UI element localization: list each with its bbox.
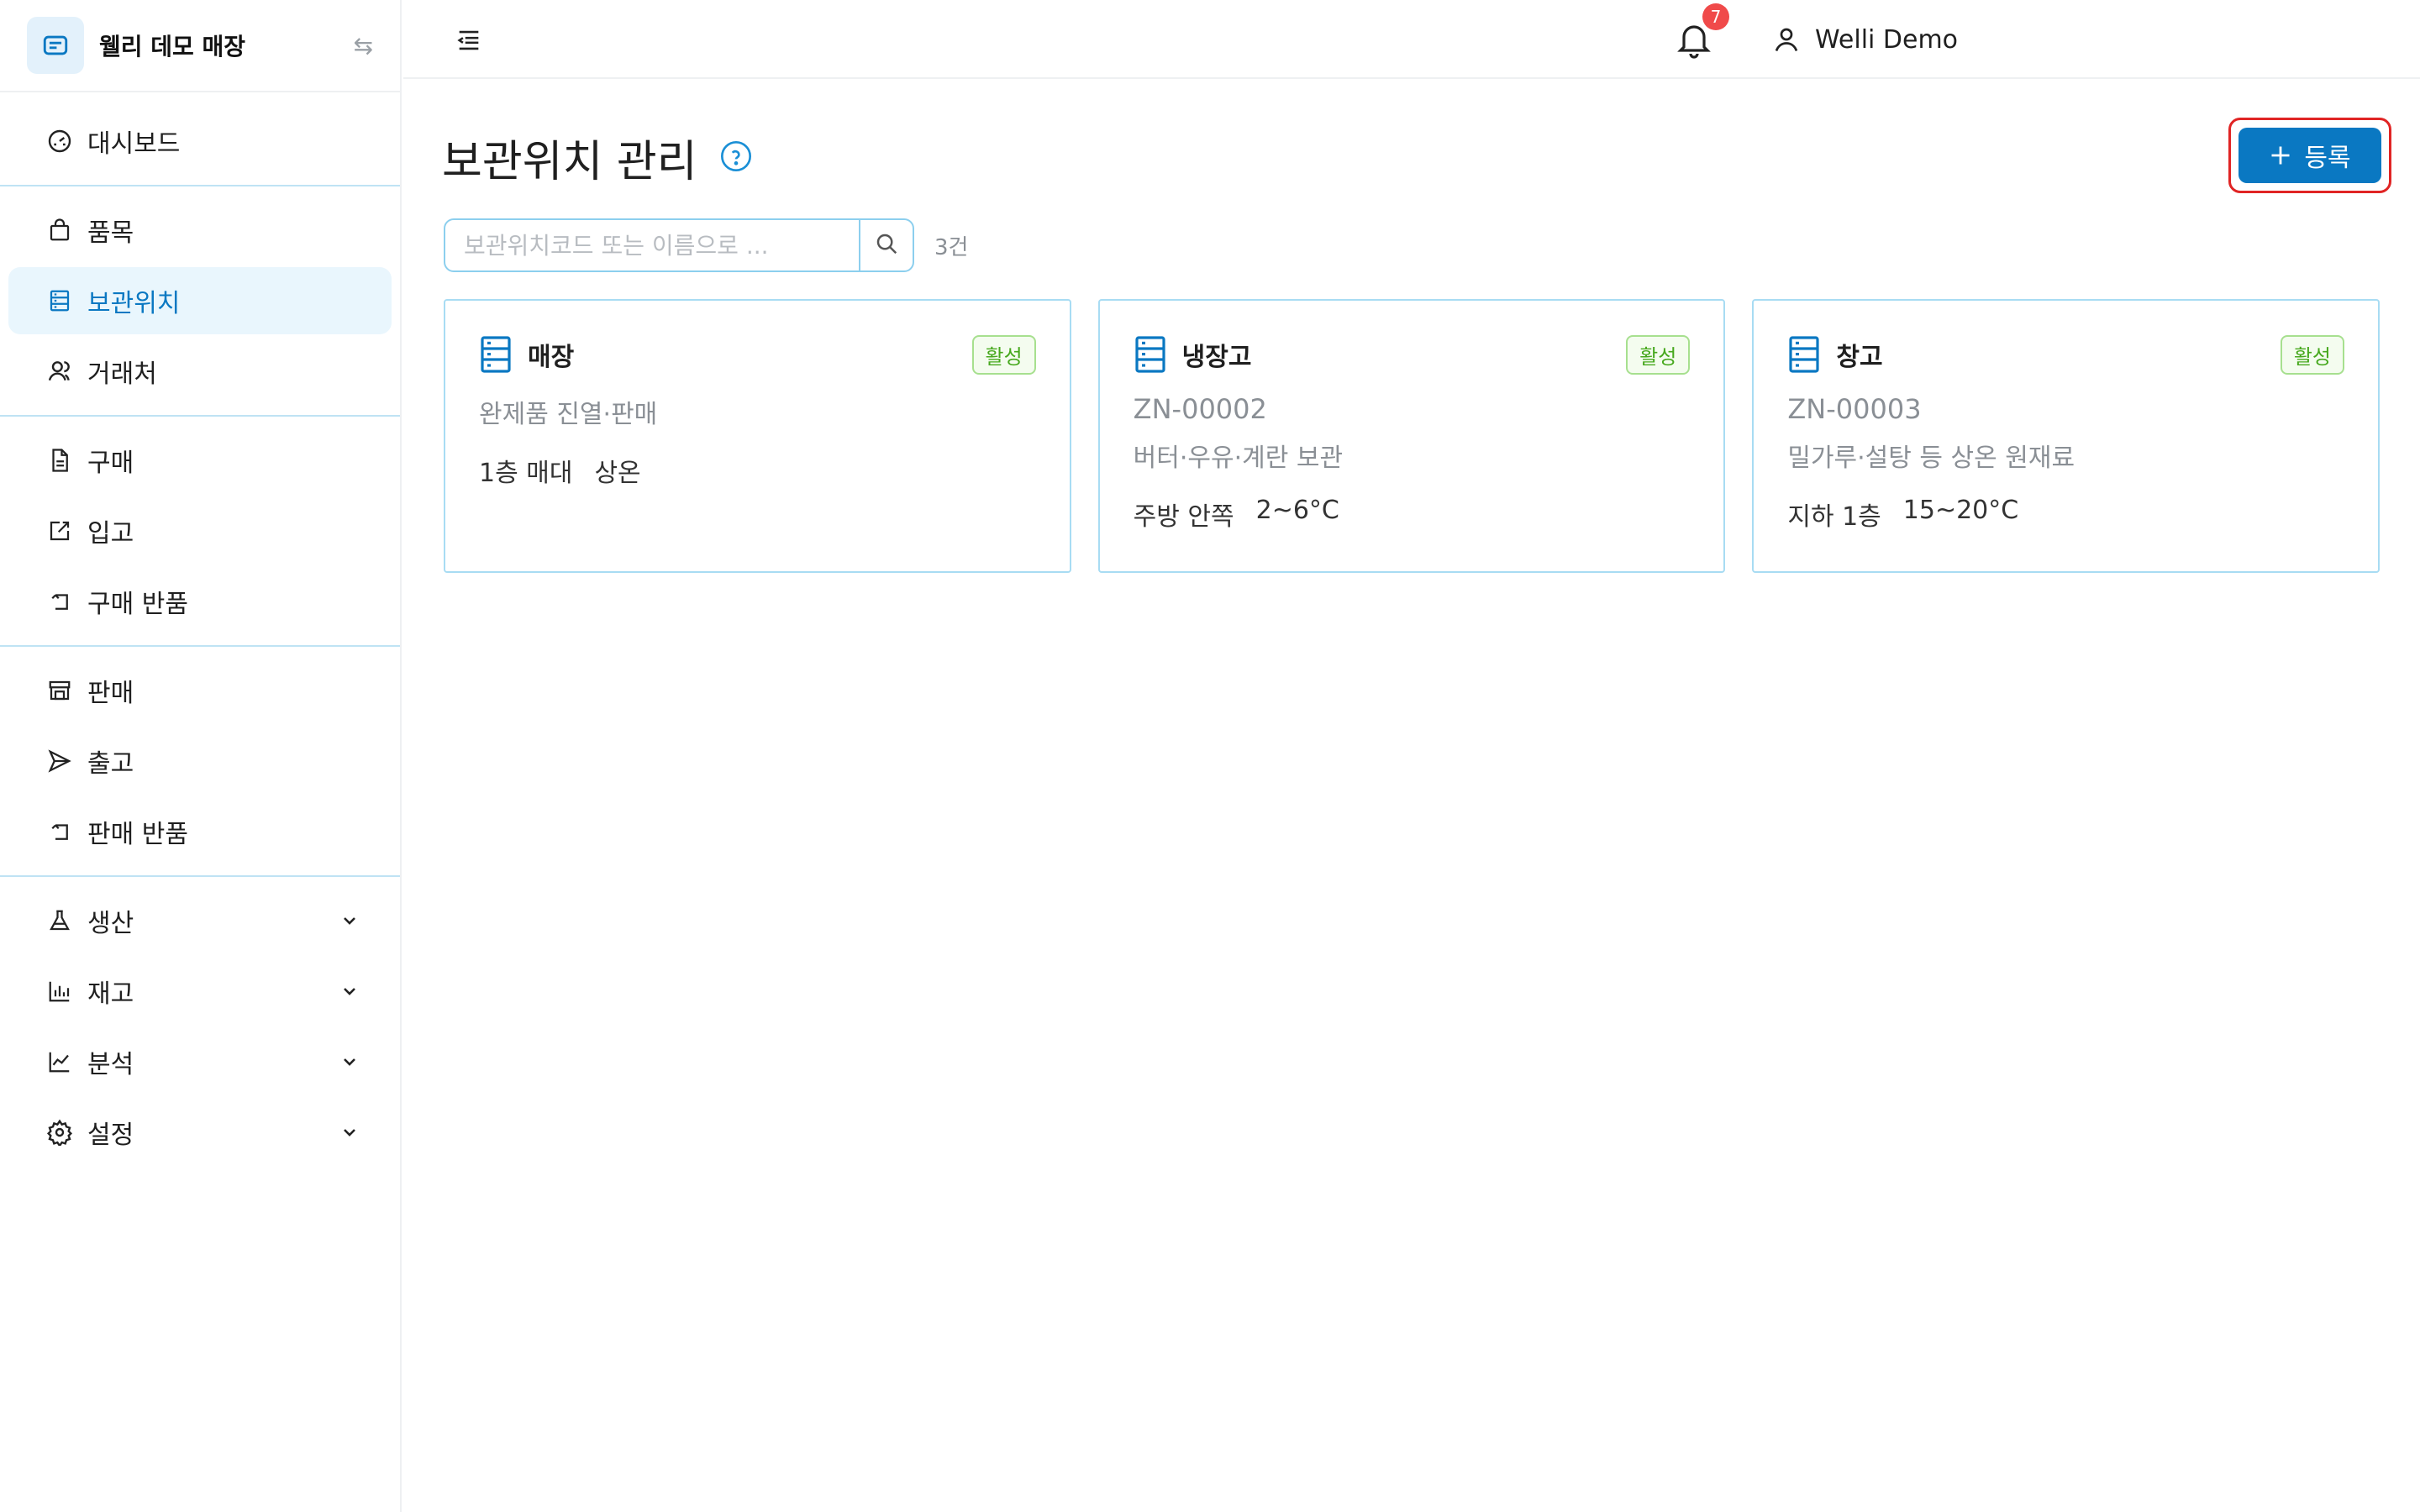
store-logo-icon bbox=[27, 17, 84, 74]
brand-header: 웰리 데모 매장 ⇆ bbox=[0, 0, 400, 92]
location-place: 1층 매대 bbox=[479, 459, 573, 488]
line-chart-icon bbox=[45, 1047, 74, 1076]
sidebar-item-production[interactable]: 생산 bbox=[8, 887, 392, 954]
send-icon bbox=[45, 747, 74, 775]
sidebar-item-settings[interactable]: 설정 bbox=[8, 1099, 392, 1166]
status-badge: 활성 bbox=[971, 334, 1036, 375]
document-icon bbox=[45, 446, 74, 475]
location-place: 주방 안쪽 bbox=[1133, 502, 1234, 532]
location-temperature: 상온 bbox=[594, 459, 641, 488]
sidebar-item-purchase-return[interactable]: 구매 반품 bbox=[8, 568, 392, 635]
location-name: 매장 bbox=[528, 343, 575, 372]
status-badge: 활성 bbox=[1626, 334, 1691, 375]
sidebar-item-label: 출고 bbox=[87, 749, 134, 779]
user-icon bbox=[1771, 24, 1802, 55]
sidebar-item-sales[interactable]: 판매 bbox=[8, 657, 392, 724]
chevron-down-icon[interactable] bbox=[338, 1050, 361, 1074]
location-name: 냉장고 bbox=[1181, 343, 1252, 372]
location-description: 밀가루·설탕 등 상온 원재료 bbox=[1787, 444, 2075, 473]
sidebar-item-analytics[interactable]: 분석 bbox=[8, 1028, 392, 1095]
sidebar-item-dashboard[interactable]: 대시보드 bbox=[8, 108, 392, 175]
search-box bbox=[444, 218, 914, 272]
location-code: ZN-00002 bbox=[1133, 393, 1267, 425]
menu-fold-icon[interactable] bbox=[452, 24, 486, 57]
location-card[interactable]: 매장 활성 완제품 진열·판매 1층 매대 상온 bbox=[444, 299, 1071, 573]
sidebar-item-locations[interactable]: 보관위치 bbox=[8, 267, 392, 334]
sidebar-item-label: 판매 bbox=[87, 679, 134, 708]
add-location-button[interactable]: 등록 bbox=[2238, 128, 2381, 183]
flask-icon bbox=[45, 906, 74, 935]
help-icon[interactable] bbox=[719, 139, 753, 173]
storage-icon bbox=[1787, 336, 1821, 373]
location-meta: 1층 매대 상온 bbox=[479, 452, 1036, 489]
users-icon bbox=[45, 357, 74, 386]
bar-chart-icon bbox=[45, 977, 74, 1005]
gear-icon bbox=[45, 1118, 74, 1147]
sidebar-item-label: 입고 bbox=[87, 519, 134, 549]
result-count: 3건 bbox=[934, 235, 969, 260]
location-temperature: 2~6°C bbox=[1255, 496, 1339, 525]
chevron-down-icon[interactable] bbox=[338, 909, 361, 932]
location-description: 버터·우유·계란 보관 bbox=[1133, 444, 1344, 473]
sidebar-item-inventory[interactable]: 재고 bbox=[8, 958, 392, 1025]
add-button-label: 등록 bbox=[2304, 144, 2351, 173]
swap-icon[interactable]: ⇆ bbox=[354, 32, 373, 60]
search-icon bbox=[874, 231, 899, 260]
sidebar-item-label: 판매 반품 bbox=[87, 820, 188, 849]
sidebar-item-inbound[interactable]: 입고 bbox=[8, 497, 392, 564]
location-code: ZN-00003 bbox=[1787, 393, 1922, 425]
store-name: 웰리 데모 매장 bbox=[99, 33, 246, 60]
sidebar-item-outbound[interactable]: 출고 bbox=[8, 727, 392, 795]
search-input[interactable] bbox=[445, 220, 859, 270]
sidebar-item-purchase[interactable]: 구매 bbox=[8, 427, 392, 494]
sidebar-item-sales-return[interactable]: 판매 반품 bbox=[8, 798, 392, 865]
chevron-down-icon[interactable] bbox=[338, 1121, 361, 1144]
nav-group-more: 생산 재고 분석 설정 bbox=[0, 877, 400, 1176]
location-temperature: 15~20°C bbox=[1902, 496, 2019, 525]
return-icon bbox=[45, 817, 74, 846]
sidebar: 웰리 데모 매장 ⇆ 대시보드 품목 보관위치 거래처 구매 입고 구매 반품 … bbox=[0, 0, 402, 1512]
sidebar-item-label: 구매 반품 bbox=[87, 590, 188, 619]
sidebar-item-label: 구매 bbox=[87, 449, 134, 478]
search-button[interactable] bbox=[859, 220, 913, 270]
sidebar-item-label: 보관위치 bbox=[87, 289, 181, 318]
bag-icon bbox=[45, 216, 74, 244]
return-icon bbox=[45, 587, 74, 616]
location-card-list: 매장 활성 완제품 진열·판매 1층 매대 상온 냉장고 활성 ZN-00002… bbox=[444, 299, 2381, 573]
store-icon bbox=[45, 676, 74, 705]
sidebar-item-items[interactable]: 품목 bbox=[8, 197, 392, 264]
location-meta: 지하 1층 15~20°C bbox=[1787, 496, 2344, 533]
add-button-highlight: 등록 bbox=[2228, 118, 2391, 193]
sidebar-item-partners[interactable]: 거래처 bbox=[8, 338, 392, 405]
nav-group-sales: 판매 출고 판매 반품 bbox=[0, 647, 400, 877]
user-name: Welli Demo bbox=[1815, 24, 1959, 55]
location-card[interactable]: 냉장고 활성 ZN-00002 버터·우유·계란 보관 주방 안쪽 2~6°C bbox=[1097, 299, 1726, 573]
plus-icon bbox=[2269, 144, 2292, 167]
nav-group-master: 품목 보관위치 거래처 bbox=[0, 186, 400, 417]
gauge-icon bbox=[45, 127, 74, 155]
sidebar-item-label: 품목 bbox=[87, 218, 134, 248]
location-description: 완제품 진열·판매 bbox=[479, 400, 658, 429]
page-title: 보관위치 관리 bbox=[442, 137, 697, 187]
nav-group-purchase: 구매 입고 구매 반품 bbox=[0, 417, 400, 647]
nav-group-dashboard: 대시보드 bbox=[0, 92, 400, 186]
location-card[interactable]: 창고 활성 ZN-00003 밀가루·설탕 등 상온 원재료 지하 1층 15~… bbox=[1752, 299, 2381, 573]
storage-icon bbox=[45, 286, 74, 315]
user-menu[interactable]: Welli Demo bbox=[1771, 22, 1958, 57]
sidebar-item-label: 거래처 bbox=[87, 360, 157, 389]
location-place: 지하 1층 bbox=[1787, 502, 1881, 532]
location-name: 창고 bbox=[1836, 343, 1883, 372]
sidebar-item-label: 대시보드 bbox=[87, 129, 181, 159]
chevron-down-icon[interactable] bbox=[338, 979, 361, 1003]
topbar bbox=[403, 0, 2420, 79]
location-meta: 주방 안쪽 2~6°C bbox=[1134, 496, 1691, 533]
storage-icon bbox=[1134, 336, 1167, 373]
notification-badge: 7 bbox=[1702, 3, 1729, 30]
storage-icon bbox=[479, 336, 513, 373]
status-badge: 활성 bbox=[2280, 334, 2345, 375]
edit-square-icon bbox=[45, 517, 74, 545]
